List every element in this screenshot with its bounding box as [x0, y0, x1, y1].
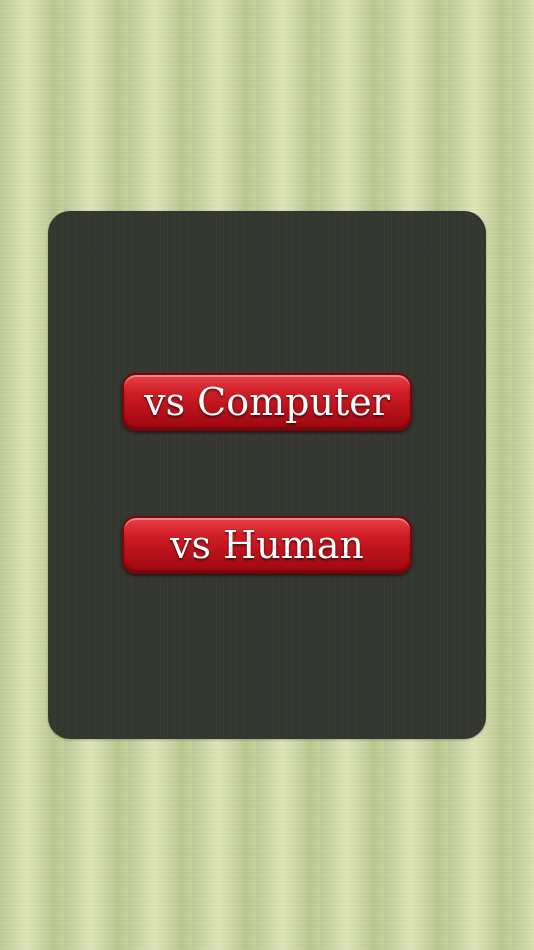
- mode-select-panel: vs Computer vs Human: [48, 211, 486, 739]
- vs-computer-label: vs Computer: [144, 380, 390, 424]
- vs-human-button[interactable]: vs Human: [122, 516, 412, 574]
- vs-computer-button[interactable]: vs Computer: [122, 373, 412, 431]
- vs-human-label: vs Human: [170, 523, 364, 567]
